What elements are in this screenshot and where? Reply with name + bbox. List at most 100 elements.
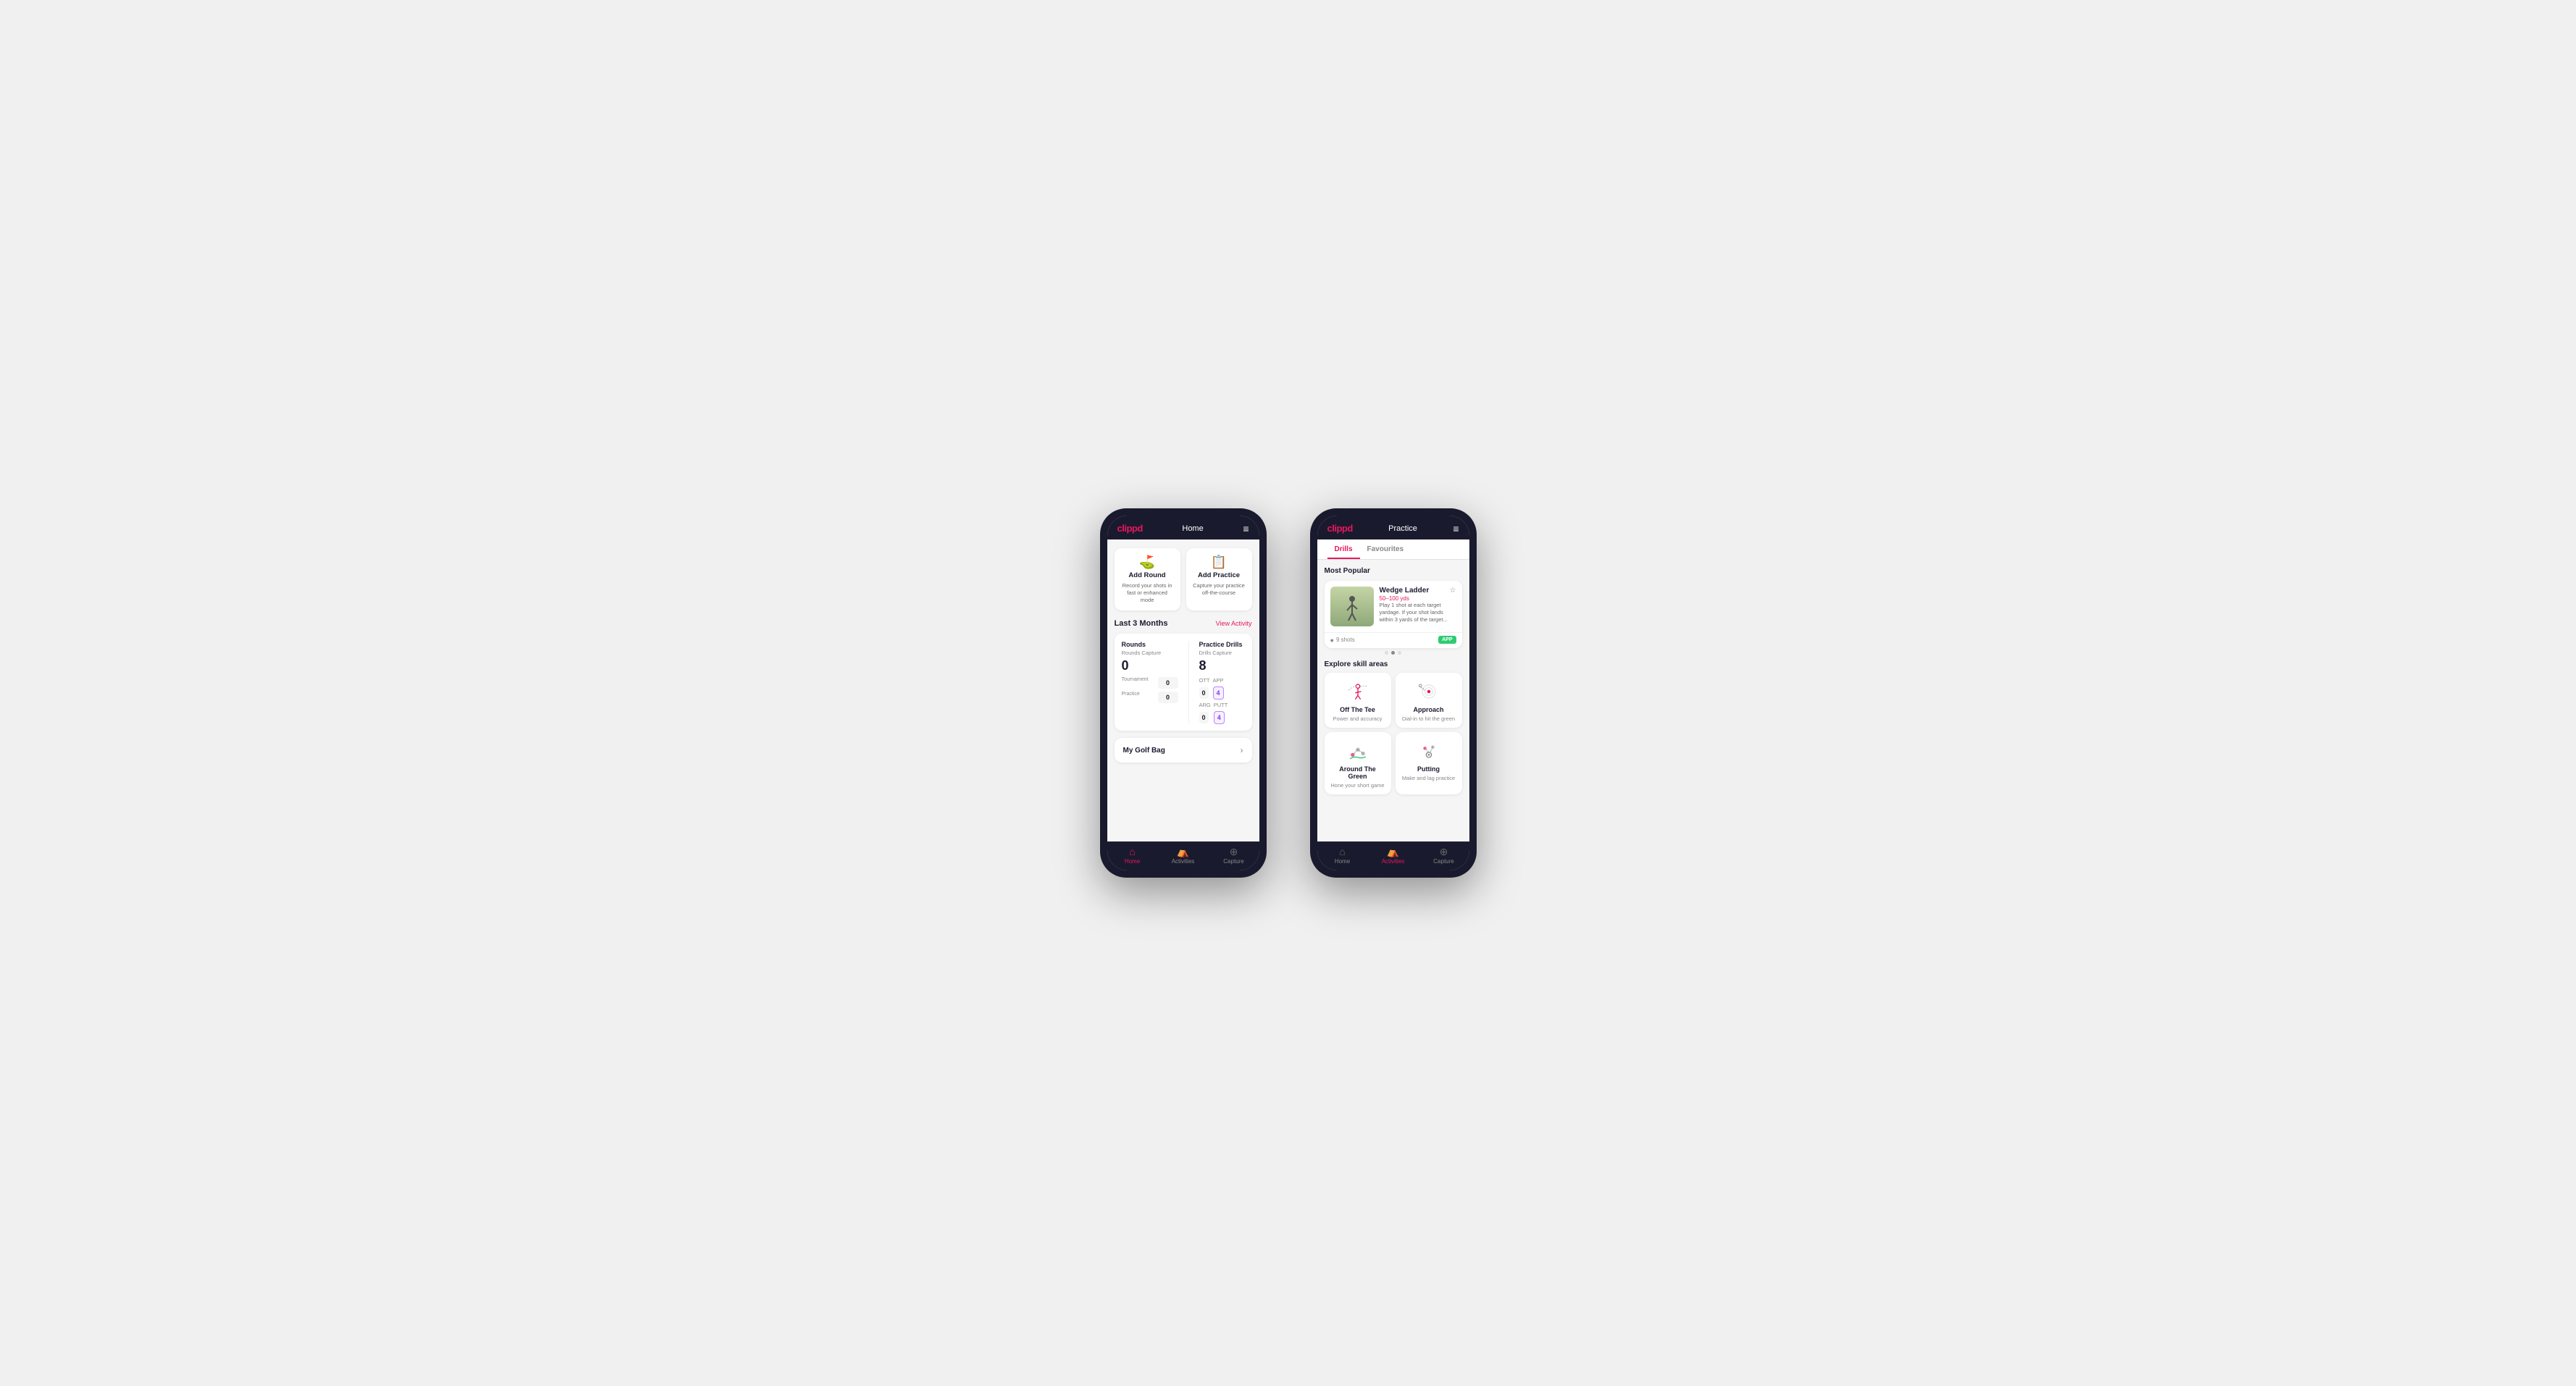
nav-home[interactable]: ⌂ Home <box>1107 842 1158 870</box>
off-the-tee-name: Off The Tee <box>1340 706 1375 713</box>
add-practice-card[interactable]: 📋 Add Practice Capture your practice off… <box>1186 548 1252 610</box>
activity-section-title: Last 3 Months <box>1115 619 1168 628</box>
drill-golfer-img <box>1330 587 1374 626</box>
approach-icon-area <box>1414 679 1443 704</box>
phone1-logo: clippd <box>1117 523 1143 534</box>
arg-putt-row: ARG 0 PUTT 4 <box>1199 702 1245 723</box>
arg-value: 0 <box>1199 712 1209 723</box>
off-the-tee-desc: Power and accuracy <box>1333 715 1383 722</box>
capture2-icon: ⊕ <box>1440 847 1448 857</box>
drill-distance: 50–100 yds <box>1380 595 1456 602</box>
add-round-desc: Record your shots in fast or enhanced mo… <box>1120 582 1175 603</box>
around-the-green-name: Around The Green <box>1330 765 1385 780</box>
tab-favourites[interactable]: Favourites <box>1360 539 1411 559</box>
drill-desc: Play 1 shot at each target yardage. If y… <box>1380 602 1456 623</box>
capture-label: Capture <box>1223 858 1243 865</box>
phone2-title: Practice <box>1388 524 1417 533</box>
practice-label: Practice <box>1122 692 1154 703</box>
skill-card-putting[interactable]: Putting Make and lag practice <box>1396 732 1462 794</box>
rounds-column: Rounds Rounds Capture 0 Tournament 0 Pra… <box>1122 641 1178 723</box>
tab-drills[interactable]: Drills <box>1327 539 1360 559</box>
home2-label: Home <box>1335 858 1350 865</box>
nav2-activities[interactable]: ⛺ Activities <box>1368 842 1419 870</box>
phone-1: clippd Home ≡ ⛳ Add Round Record your sh… <box>1100 508 1267 878</box>
approach-desc: Dial-in to hit the green <box>1402 715 1455 722</box>
practice-value: 0 <box>1158 692 1178 703</box>
putting-icon <box>1416 739 1442 763</box>
stats-box: Rounds Rounds Capture 0 Tournament 0 Pra… <box>1115 634 1252 731</box>
putt-label: PUTT <box>1214 702 1228 708</box>
ott-group: OTT 0 <box>1199 677 1210 699</box>
rounds-practice-row: Practice 0 <box>1122 692 1178 703</box>
add-round-icon: ⛳ <box>1139 555 1155 568</box>
golf-bag-row[interactable]: My Golf Bag › <box>1115 738 1252 763</box>
around-the-green-desc: Hone your short game <box>1330 782 1384 789</box>
rounds-title: Rounds <box>1122 641 1178 648</box>
home-icon: ⌂ <box>1129 847 1135 857</box>
putting-icon-area <box>1414 738 1443 763</box>
nav2-home[interactable]: ⌂ Home <box>1317 842 1368 870</box>
golf-bag-label: My Golf Bag <box>1123 747 1165 755</box>
phone1-cards-row: ⛳ Add Round Record your shots in fast or… <box>1115 548 1252 610</box>
activity-section-header: Last 3 Months View Activity <box>1115 619 1252 628</box>
activities-label: Activities <box>1172 858 1195 865</box>
putt-group: PUTT 4 <box>1214 702 1228 723</box>
around-the-green-icon-area <box>1343 738 1372 763</box>
skill-card-off-the-tee[interactable]: Off The Tee Power and accuracy <box>1325 673 1391 728</box>
app-group: APP 4 <box>1213 677 1224 699</box>
arg-group: ARG 0 <box>1199 702 1211 723</box>
drills-capture-label: Drills Capture <box>1199 650 1245 656</box>
arg-label: ARG <box>1199 702 1211 708</box>
ott-value: 0 <box>1199 687 1209 699</box>
drill-info: Wedge Ladder ☆ 50–100 yds Play 1 shot at… <box>1380 587 1456 626</box>
approach-icon <box>1416 680 1442 703</box>
tournament-label: Tournament <box>1122 677 1154 689</box>
app-label: APP <box>1213 677 1224 684</box>
dot-2 <box>1391 651 1395 655</box>
skills-grid: Off The Tee Power and accuracy <box>1325 673 1462 794</box>
drill-card-wedge-ladder[interactable]: Wedge Ladder ☆ 50–100 yds Play 1 shot at… <box>1325 581 1462 648</box>
activities2-icon: ⛺ <box>1387 847 1399 857</box>
home-label: Home <box>1125 858 1140 865</box>
activities-icon: ⛺ <box>1177 847 1189 857</box>
add-round-title: Add Round <box>1128 571 1165 579</box>
phone2-menu-icon[interactable]: ≡ <box>1453 524 1459 534</box>
putting-desc: Make and lag practice <box>1402 775 1455 781</box>
add-practice-title: Add Practice <box>1198 571 1240 579</box>
phone2-logo: clippd <box>1327 523 1353 534</box>
skill-card-around-the-green[interactable]: Around The Green Hone your short game <box>1325 732 1391 794</box>
view-activity-link[interactable]: View Activity <box>1216 620 1252 627</box>
drill-image <box>1330 587 1374 626</box>
dot-3 <box>1398 651 1401 655</box>
putt-value: 4 <box>1214 711 1225 724</box>
app-badge: APP <box>1438 636 1456 644</box>
phone1-menu-icon[interactable]: ≡ <box>1243 524 1249 534</box>
skill-card-approach[interactable]: Approach Dial-in to hit the green <box>1396 673 1462 728</box>
nav2-capture[interactable]: ⊕ Capture <box>1419 842 1469 870</box>
stats-divider <box>1188 641 1189 723</box>
drills-big-number: 8 <box>1199 658 1245 673</box>
stats-columns: Rounds Rounds Capture 0 Tournament 0 Pra… <box>1122 641 1245 723</box>
around-the-green-icon <box>1345 739 1371 763</box>
nav-capture[interactable]: ⊕ Capture <box>1209 842 1259 870</box>
off-the-tee-icon-area <box>1343 679 1372 704</box>
phone1-content: ⛳ Add Round Record your shots in fast or… <box>1107 539 1259 841</box>
off-the-tee-icon <box>1345 680 1371 703</box>
ott-label: OTT <box>1199 677 1210 684</box>
explore-label: Explore skill areas <box>1325 660 1462 668</box>
nav-activities[interactable]: ⛺ Activities <box>1158 842 1209 870</box>
drill-name: Wedge Ladder <box>1380 587 1430 595</box>
drills-column: Practice Drills Drills Capture 8 OTT 0 A… <box>1199 641 1245 723</box>
phone1-header: clippd Home ≡ <box>1107 516 1259 539</box>
rounds-big-number: 0 <box>1122 658 1178 673</box>
app-value: 4 <box>1213 686 1224 700</box>
drill-header-row: Wedge Ladder ☆ <box>1380 587 1456 595</box>
practice-content: Most Popular <box>1317 560 1469 841</box>
putting-name: Putting <box>1417 765 1440 773</box>
add-round-card[interactable]: ⛳ Add Round Record your shots in fast or… <box>1115 548 1180 610</box>
carousel-dots <box>1325 651 1462 655</box>
drill-card-inner: Wedge Ladder ☆ 50–100 yds Play 1 shot at… <box>1325 581 1462 632</box>
rounds-tournament-row: Tournament 0 <box>1122 677 1178 689</box>
ott-app-row: OTT 0 APP 4 <box>1199 677 1245 699</box>
star-icon[interactable]: ☆ <box>1450 587 1456 595</box>
